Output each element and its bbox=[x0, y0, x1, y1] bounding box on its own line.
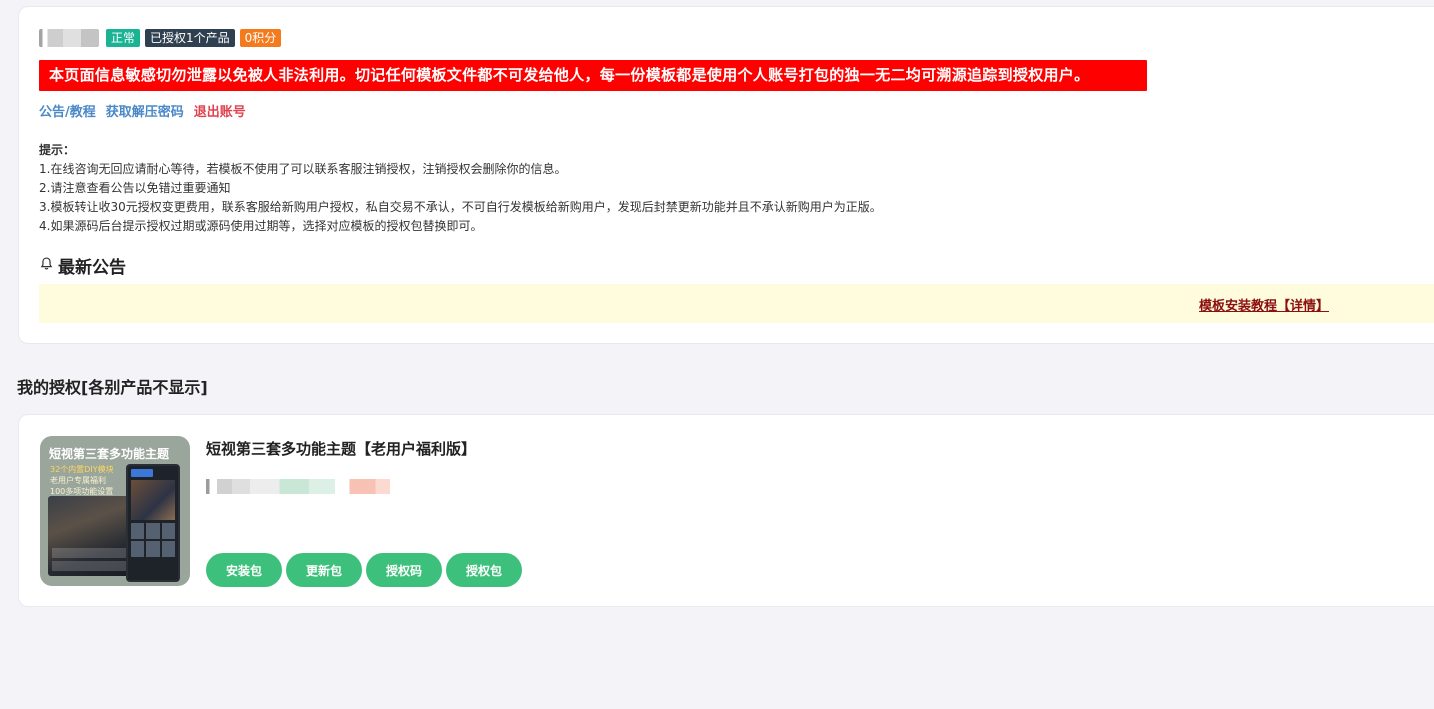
logout-link[interactable]: 退出账号 bbox=[194, 101, 246, 120]
announcement-heading-text: 最新公告 bbox=[58, 258, 126, 278]
account-links: 公告/教程 获取解压密码 退出账号 bbox=[39, 101, 246, 120]
thumbnail-feature: 老用户专属福利 bbox=[50, 476, 106, 485]
announcement-heading: 最新公告 bbox=[39, 253, 126, 278]
license-card: 短视第三套多功能主题 32个内置DIY模块 老用户专属福利 100多项功能设置 … bbox=[18, 414, 1434, 607]
update-package-button[interactable]: 更新包 bbox=[286, 553, 362, 587]
tips-title: 提示： bbox=[39, 143, 76, 157]
license-count-badge: 已授权1个产品 bbox=[145, 29, 235, 47]
points-badge: 0积分 bbox=[239, 29, 282, 47]
bell-icon bbox=[39, 256, 54, 276]
announcement-bar: 模板安装教程【详情】 bbox=[39, 284, 1434, 323]
security-warning-banner: 本页面信息敏感切勿泄露以免被人非法利用。切记任何模板文件都不可发给他人，每一份模… bbox=[39, 60, 1147, 91]
thumbnail-feature: 32个内置DIY模块 bbox=[50, 465, 114, 474]
license-package-button[interactable]: 授权包 bbox=[446, 553, 522, 587]
thumbnail-feature-list: 32个内置DIY模块 老用户专属福利 100多项功能设置 bbox=[50, 464, 114, 497]
install-tutorial-link[interactable]: 模板安装教程【详情】 bbox=[1199, 295, 1329, 314]
license-code-button[interactable]: 授权码 bbox=[366, 553, 442, 587]
thumbnail-desktop-screen bbox=[48, 496, 132, 576]
user-info-row: 正常 已授权1个产品 0积分 bbox=[39, 28, 282, 48]
install-package-button[interactable]: 安装包 bbox=[206, 553, 282, 587]
thumbnail-phone-mockup bbox=[126, 464, 180, 582]
announcement-link[interactable]: 公告/教程 bbox=[39, 101, 96, 120]
status-badge: 正常 bbox=[106, 29, 141, 47]
license-actions: 安装包 更新包 授权码 授权包 bbox=[206, 553, 522, 587]
thumbnail-title: 短视第三套多功能主题 bbox=[49, 447, 170, 461]
tip-item: 4.如果源码后台提示授权过期或源码使用过期等，选择对应模板的授权包替换即可。 bbox=[39, 219, 483, 233]
my-licenses-title: 我的授权[各别产品不显示] bbox=[17, 378, 208, 397]
account-info-card: 正常 已授权1个产品 0积分 本页面信息敏感切勿泄露以免被人非法利用。切记任何模… bbox=[18, 6, 1434, 344]
product-thumbnail: 短视第三套多功能主题 32个内置DIY模块 老用户专属福利 100多项功能设置 bbox=[40, 436, 190, 586]
blurred-license-info bbox=[206, 479, 390, 494]
product-name: 短视第三套多功能主题【老用户福利版】 bbox=[206, 440, 477, 458]
tip-item: 1.在线咨询无回应请耐心等待，若模板不使用了可以联系客服注销授权，注销授权会删除… bbox=[39, 162, 567, 176]
unzip-password-link[interactable]: 获取解压密码 bbox=[106, 101, 184, 120]
tip-item: 2.请注意查看公告以免错过重要通知 bbox=[39, 181, 231, 195]
tip-item: 3.模板转让收30元授权变更费用，联系客服给新购用户授权，私自交易不承认，不可自… bbox=[39, 200, 882, 214]
blurred-username bbox=[39, 29, 99, 47]
tips-block: 提示： 1.在线咨询无回应请耐心等待，若模板不使用了可以联系客服注销授权，注销授… bbox=[39, 141, 882, 236]
